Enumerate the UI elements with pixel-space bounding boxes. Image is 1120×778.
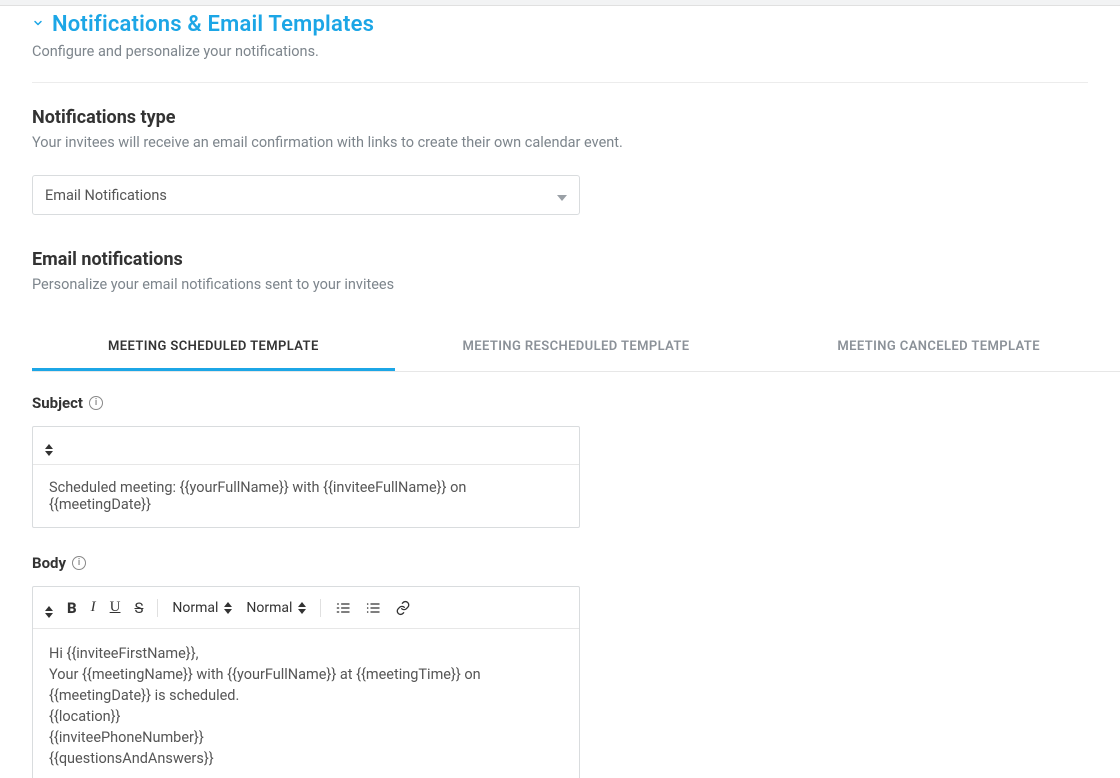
insert-variable-button[interactable]: [45, 597, 53, 618]
notifications-type-heading: Notifications type: [32, 107, 1120, 128]
insert-variable-button[interactable]: [45, 435, 53, 456]
page-root: Notifications & Email Templates Configur…: [0, 6, 1120, 778]
email-notifications-heading: Email notifications: [32, 249, 1120, 270]
tab-scheduled[interactable]: MEETING SCHEDULED TEMPLATE: [32, 327, 395, 371]
italic-button[interactable]: I: [91, 599, 96, 616]
body-block: Body i B I U S Normal Normal: [32, 554, 580, 778]
body-label-row: Body i: [32, 554, 580, 572]
underline-button[interactable]: U: [110, 599, 121, 616]
tab-canceled[interactable]: MEETING CANCELED TEMPLATE: [757, 327, 1120, 371]
subject-toolbar: [33, 427, 579, 465]
section-header[interactable]: Notifications & Email Templates: [32, 6, 1120, 37]
body-line: Your {{meetingName}} with {{yourFullName…: [49, 664, 563, 706]
toolbar-separator: [320, 599, 321, 617]
tab-rescheduled[interactable]: MEETING RESCHEDULED TEMPLATE: [395, 327, 758, 371]
section-subtitle: Configure and personalize your notificat…: [32, 43, 1120, 60]
caret-down-icon: [557, 186, 567, 205]
email-notifications-desc: Personalize your email notifications sen…: [32, 276, 1120, 293]
body-line: Hi {{inviteeFirstName}},: [49, 643, 563, 664]
font-style-value: Normal: [172, 600, 218, 616]
body-label: Body: [32, 554, 66, 572]
info-icon[interactable]: i: [89, 396, 103, 410]
body-line: {{questionsAndAnswers}}: [49, 748, 563, 769]
template-tabs: MEETING SCHEDULED TEMPLATE MEETING RESCH…: [32, 327, 1120, 372]
body-line: {{location}}: [49, 706, 563, 727]
bold-button[interactable]: B: [67, 599, 77, 617]
subject-editor: Scheduled meeting: {{yourFullName}} with…: [32, 426, 580, 528]
subject-label: Subject: [32, 394, 83, 412]
subject-block: Subject i Scheduled meeting: {{yourFullN…: [32, 394, 580, 528]
unordered-list-button[interactable]: [365, 600, 381, 616]
body-line: {{inviteePhoneNumber}}: [49, 727, 563, 748]
subject-label-row: Subject i: [32, 394, 580, 412]
body-editor: B I U S Normal Normal: [32, 586, 580, 778]
caret-updown-icon: [224, 602, 232, 614]
strikethrough-button[interactable]: S: [134, 599, 143, 617]
body-toolbar: B I U S Normal Normal: [33, 587, 579, 629]
notifications-type-selected: Email Notifications: [45, 187, 167, 204]
font-size-select[interactable]: Normal: [246, 600, 306, 616]
chevron-down-icon: [32, 17, 44, 33]
ordered-list-button[interactable]: [335, 600, 351, 616]
subject-input[interactable]: Scheduled meeting: {{yourFullName}} with…: [33, 465, 579, 527]
body-input[interactable]: Hi {{inviteeFirstName}}, Your {{meetingN…: [33, 629, 579, 778]
info-icon[interactable]: i: [72, 556, 86, 570]
toolbar-separator: [157, 599, 158, 617]
section-title: Notifications & Email Templates: [52, 12, 374, 37]
notifications-type-select[interactable]: Email Notifications: [32, 175, 580, 215]
link-button[interactable]: [395, 600, 411, 616]
divider: [32, 82, 1088, 83]
caret-updown-icon: [298, 602, 306, 614]
font-style-select[interactable]: Normal: [172, 600, 232, 616]
font-size-value: Normal: [246, 600, 292, 616]
notifications-type-desc: Your invitees will receive an email conf…: [32, 134, 1120, 151]
